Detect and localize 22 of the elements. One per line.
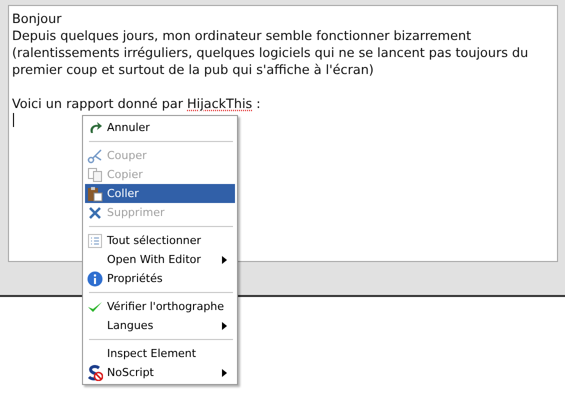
cross-icon	[87, 204, 103, 220]
menu-item[interactable]: Langues	[85, 316, 235, 335]
menu-item[interactable]: NoScript	[85, 363, 235, 382]
text-line: (ralentissements irréguliers, quelques logiciels qui ne se lancent pas toujours du	[12, 45, 530, 62]
text-line: Voici un rapport donné par HijackThis :	[12, 96, 262, 113]
menu-item[interactable]: Vérifier l'orthographe	[85, 297, 235, 316]
text-line: Depuis quelques jours, mon ordinateur semble fonctionner bizarrement	[12, 28, 472, 45]
menu-item[interactable]: Tout sélectionner	[85, 231, 235, 250]
scissors-icon	[87, 148, 103, 164]
text-cursor	[13, 113, 14, 127]
text-line: premier coup et surtout de la pub qui s'affiche à l'écran)	[12, 62, 375, 79]
menu-item[interactable]: Inspect Element	[85, 344, 235, 363]
text-line: Bonjour	[12, 11, 62, 28]
menu-item[interactable]: Coller	[85, 184, 235, 203]
list-icon	[87, 232, 103, 248]
menu-item[interactable]: Propriétés	[85, 269, 235, 288]
menu-item[interactable]: Open With Editor	[85, 250, 235, 269]
menu-item[interactable]: Annuler	[85, 118, 235, 137]
copy-icon	[87, 166, 103, 182]
blocked-s-icon	[87, 364, 103, 380]
clipboard-icon	[87, 186, 103, 202]
info-icon	[87, 270, 103, 286]
